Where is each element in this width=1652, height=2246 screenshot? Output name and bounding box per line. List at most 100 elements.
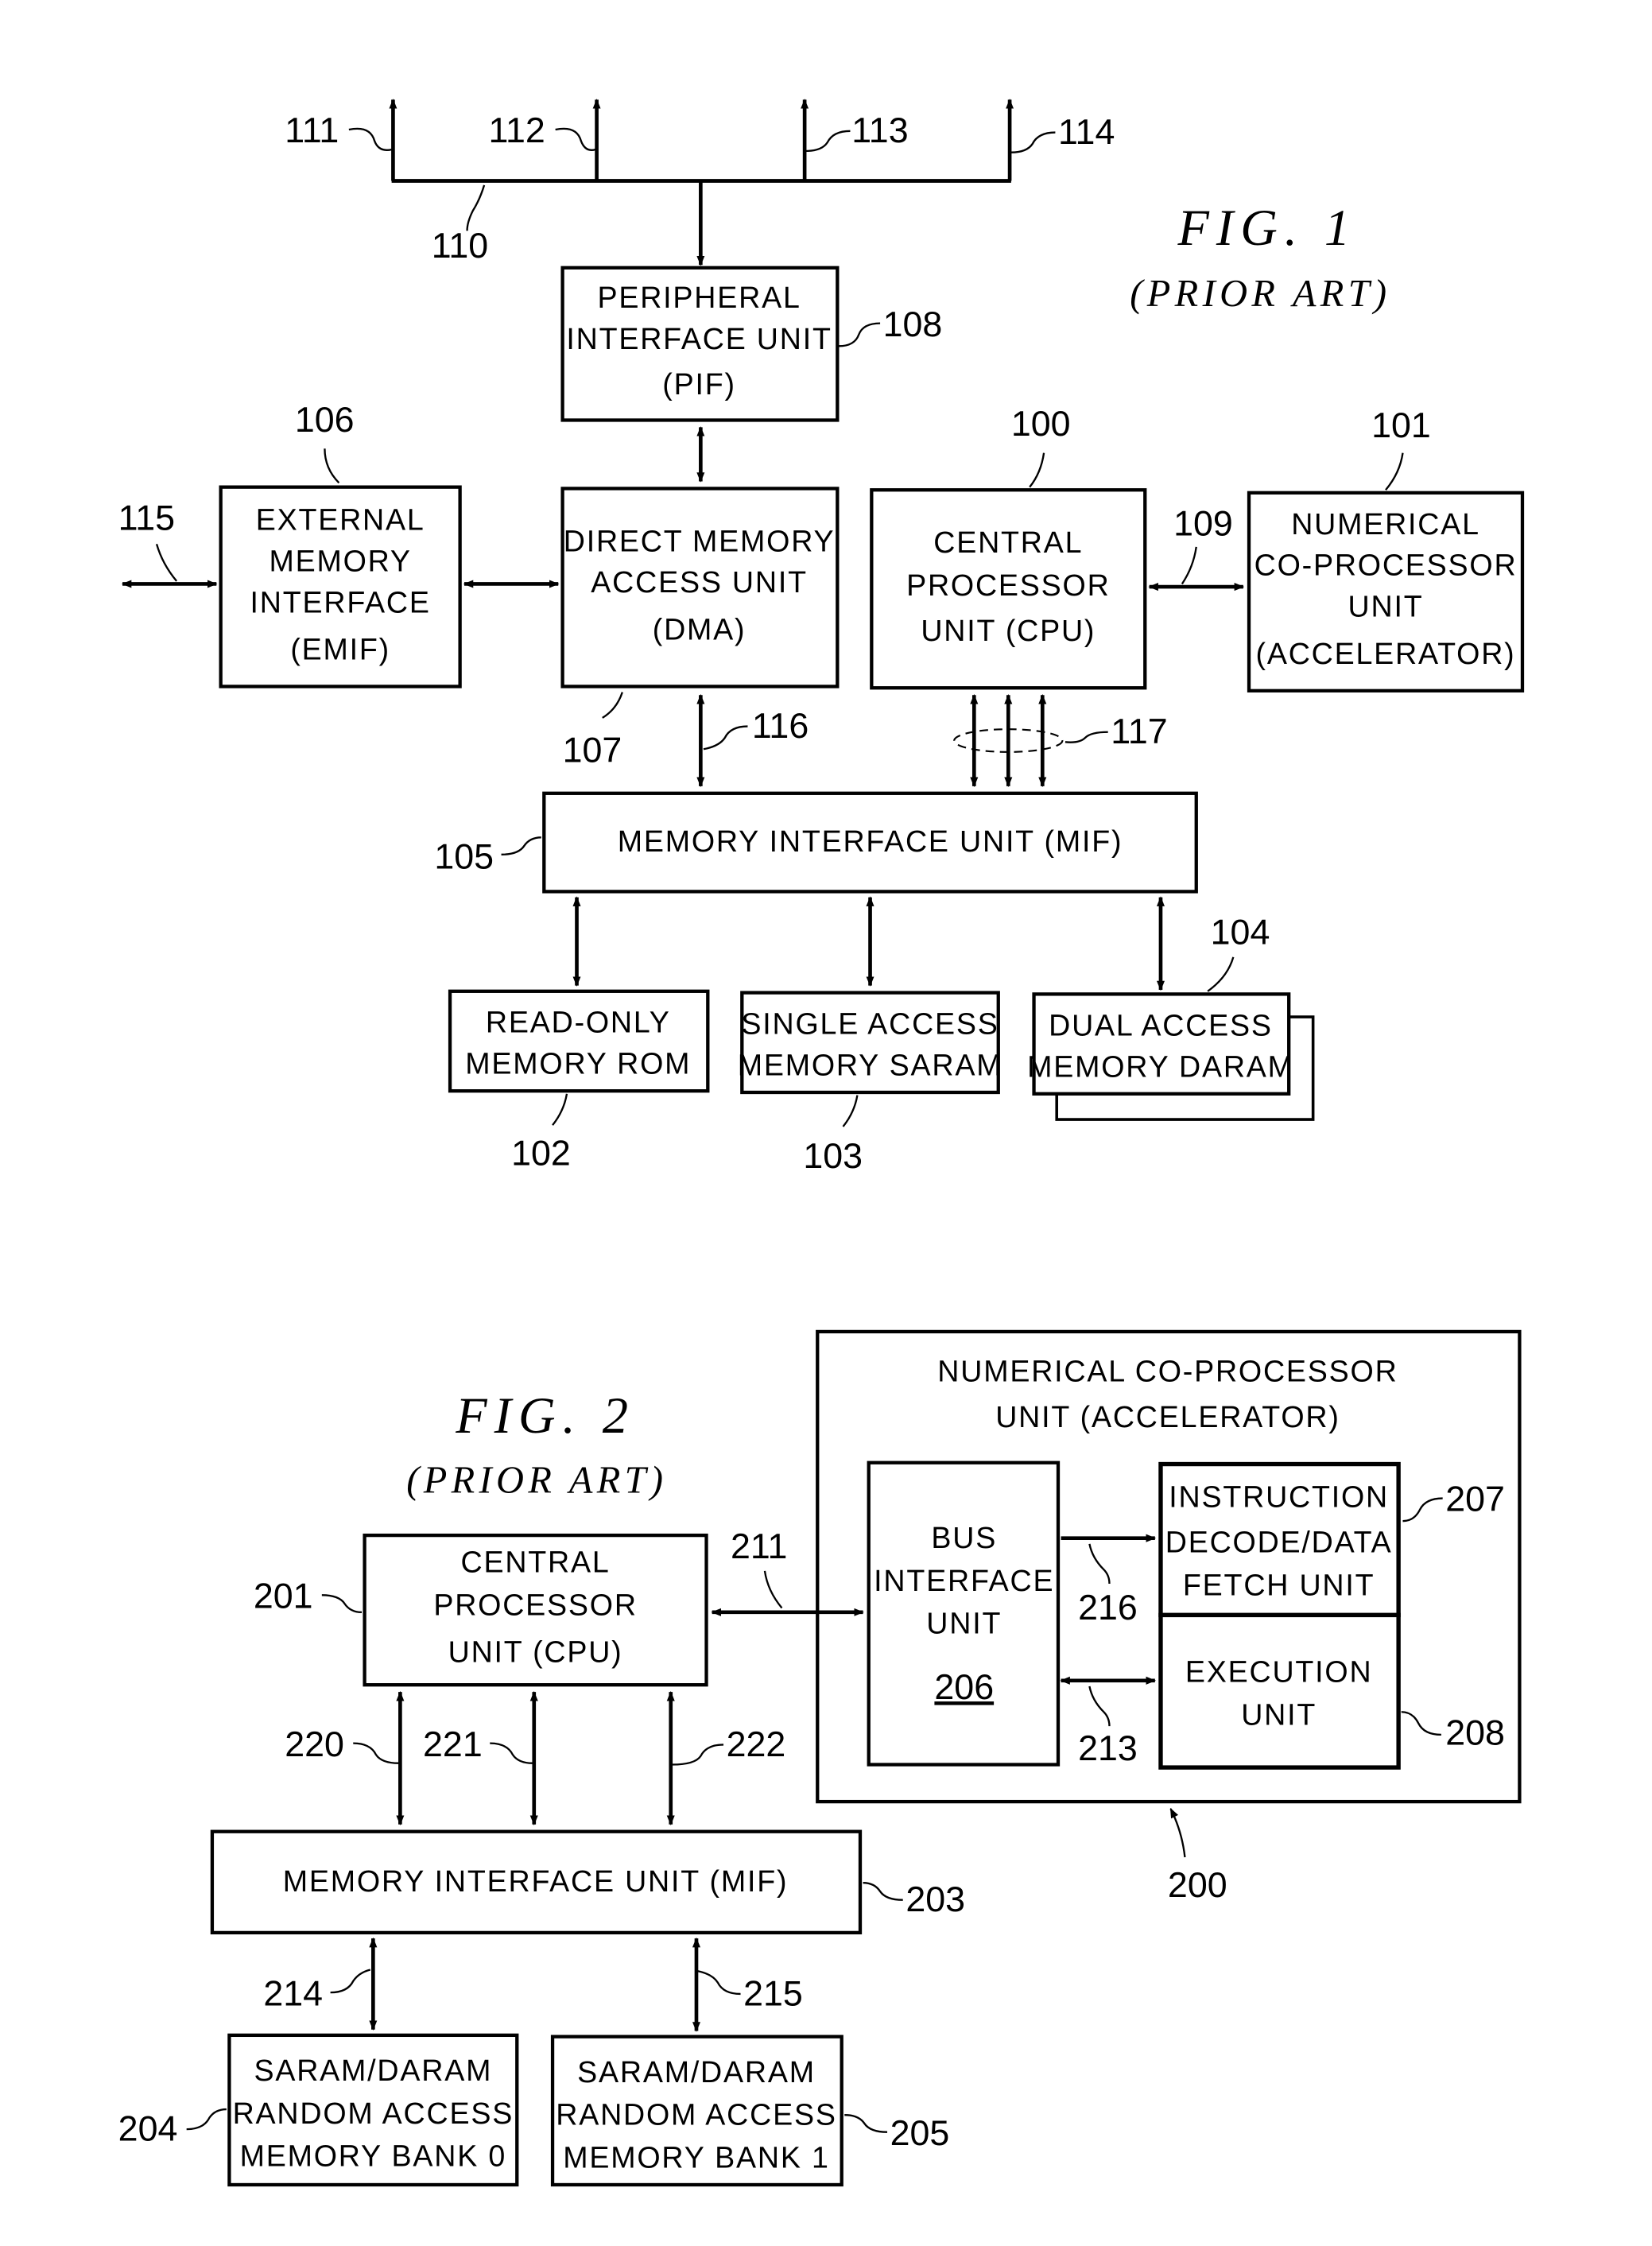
svg-text:UNIT: UNIT [1241,1697,1317,1731]
ref-221: 221 [423,1724,483,1764]
figure-1: FIG. 1 (PRIOR ART) 111 112 113 114 110 P… [118,99,1525,1176]
ref-205: 205 [890,2113,950,2153]
svg-text:DUAL ACCESS: DUAL ACCESS [1049,1008,1273,1042]
memory-interface-unit-203: MEMORY INTERFACE UNIT (MIF) [210,1829,863,1935]
svg-text:MEMORY BANK 0: MEMORY BANK 0 [240,2139,506,2173]
peripheral-interface-unit: PERIPHERAL INTERFACE UNIT (PIF) [560,266,840,422]
svg-text:PROCESSOR: PROCESSOR [906,568,1110,602]
leader-113 [805,130,851,153]
svg-text:NUMERICAL: NUMERICAL [1291,507,1480,541]
svg-text:MEMORY: MEMORY [269,544,411,577]
svg-text:PROCESSOR: PROCESSOR [433,1588,637,1621]
ref-215: 215 [743,1973,803,2013]
leader-203 [863,1882,903,1901]
fig2-title: FIG. 2 [455,1387,635,1444]
svg-text:CENTRAL: CENTRAL [933,526,1083,559]
leader-100 [1029,452,1045,488]
ref-207: 207 [1445,1480,1505,1519]
leader-205 [844,2114,888,2133]
svg-text:MEMORY INTERFACE UNIT (MIF): MEMORY INTERFACE UNIT (MIF) [618,824,1123,858]
ref-216: 216 [1078,1588,1138,1627]
leader-112 [555,127,596,151]
svg-text:DIRECT MEMORY: DIRECT MEMORY [564,524,836,557]
ref-113: 113 [851,111,908,150]
ref-100: 100 [1011,404,1071,444]
dual-access-memory: DUAL ACCESS MEMORY DARAM [1027,992,1315,1121]
svg-text:FETCH UNIT: FETCH UNIT [1183,1568,1375,1601]
leader-114 [1010,131,1056,153]
ref-110: 110 [432,226,488,266]
ref-200: 200 [1168,1865,1227,1905]
ref-211: 211 [731,1526,787,1566]
svg-text:UNIT: UNIT [1348,590,1424,623]
central-processor-unit-201: CENTRAL PROCESSOR UNIT (CPU) [363,1533,708,1687]
leader-116 [703,725,748,751]
leader-109 [1181,546,1197,585]
ref-107: 107 [563,730,622,770]
svg-text:MEMORY INTERFACE UNIT (MIF): MEMORY INTERFACE UNIT (MIF) [283,1864,789,1898]
svg-text:RANDOM ACCESS: RANDOM ACCESS [233,2097,514,2130]
memory-interface-unit: MEMORY INTERFACE UNIT (MIF) [542,791,1198,894]
svg-text:UNIT: UNIT [926,1607,1002,1640]
svg-text:EXTERNAL: EXTERNAL [256,502,425,536]
leader-222 [672,1744,724,1766]
svg-text:CENTRAL: CENTRAL [461,1546,611,1579]
leader-102 [552,1093,568,1126]
leader-204 [186,2108,227,2131]
svg-text:BUS: BUS [931,1521,997,1554]
svg-text:UNIT (CPU): UNIT (CPU) [921,614,1096,647]
read-only-memory: READ-ONLY MEMORY ROM [448,989,710,1093]
ref-220: 220 [285,1724,344,1764]
fig1-subtitle: (PRIOR ART) [1130,273,1390,315]
ref-116: 116 [752,706,809,746]
ref-106: 106 [295,400,355,440]
central-processor-unit: CENTRAL PROCESSOR UNIT (CPU) [870,488,1147,690]
ref-117: 117 [1111,712,1167,751]
cpu-mif-buses-117 [953,693,1064,788]
execution-unit: EXECUTION UNIT [1158,1612,1401,1770]
svg-text:DECODE/DATA: DECODE/DATA [1165,1526,1393,1559]
svg-text:MEMORY BANK 1: MEMORY BANK 1 [563,2140,829,2174]
svg-text:CO-PROCESSOR: CO-PROCESSOR [1255,549,1518,582]
figure-2: FIG. 2 (PRIOR ART) NUMERICAL CO-PROCESSO… [118,1329,1522,2187]
ref-208: 208 [1445,1713,1505,1752]
ref-104: 104 [1211,913,1270,952]
ref-102: 102 [511,1133,571,1173]
svg-text:UNIT (ACCELERATOR): UNIT (ACCELERATOR) [995,1400,1340,1433]
svg-text:MEMORY ROM: MEMORY ROM [465,1047,691,1080]
ref-204: 204 [118,2108,178,2148]
svg-text:SARAM/DARAM: SARAM/DARAM [577,2055,816,2089]
ref-222: 222 [727,1724,786,1764]
leader-106 [324,448,340,484]
svg-text:READ-ONLY: READ-ONLY [486,1006,671,1039]
ref-101: 101 [1371,405,1431,445]
ref-103: 103 [803,1136,863,1176]
svg-text:SARAM/DARAM: SARAM/DARAM [254,2054,492,2087]
leader-115 [155,543,178,582]
svg-text:(DMA): (DMA) [653,612,747,646]
leader-117 [1064,731,1108,743]
svg-text:SINGLE ACCESS: SINGLE ACCESS [741,1007,999,1041]
instruction-decode-fetch-unit: INSTRUCTION DECODE/DATA FETCH UNIT [1158,1461,1401,1618]
leader-104 [1207,956,1235,992]
leader-201 [321,1594,363,1614]
leader-110 [466,184,486,231]
leader-221 [490,1742,533,1764]
leader-107 [602,692,623,719]
external-memory-interface: EXTERNAL MEMORY INTERFACE (EMIF) [219,485,462,689]
svg-text:UNIT (CPU): UNIT (CPU) [448,1635,623,1669]
svg-text:ACCESS UNIT: ACCESS UNIT [591,565,808,599]
svg-text:NUMERICAL CO-PROCESSOR: NUMERICAL CO-PROCESSOR [937,1355,1398,1388]
ref-213: 213 [1078,1728,1138,1768]
ref-206: 206 [934,1667,994,1707]
svg-text:INTERFACE: INTERFACE [250,585,431,619]
direct-memory-access-unit: DIRECT MEMORY ACCESS UNIT (DMA) [560,487,840,689]
svg-text:MEMORY SARAM: MEMORY SARAM [738,1048,1003,1081]
leader-105 [501,836,541,855]
ref-115: 115 [118,498,175,537]
svg-text:(EMIF): (EMIF) [290,632,390,665]
svg-text:INTERFACE UNIT: INTERFACE UNIT [566,322,832,355]
svg-text:INSTRUCTION: INSTRUCTION [1169,1480,1389,1513]
patent-drawing: FIG. 1 (PRIOR ART) 111 112 113 114 110 P… [118,99,1525,2187]
fig2-subtitle: (PRIOR ART) [406,1459,667,1501]
